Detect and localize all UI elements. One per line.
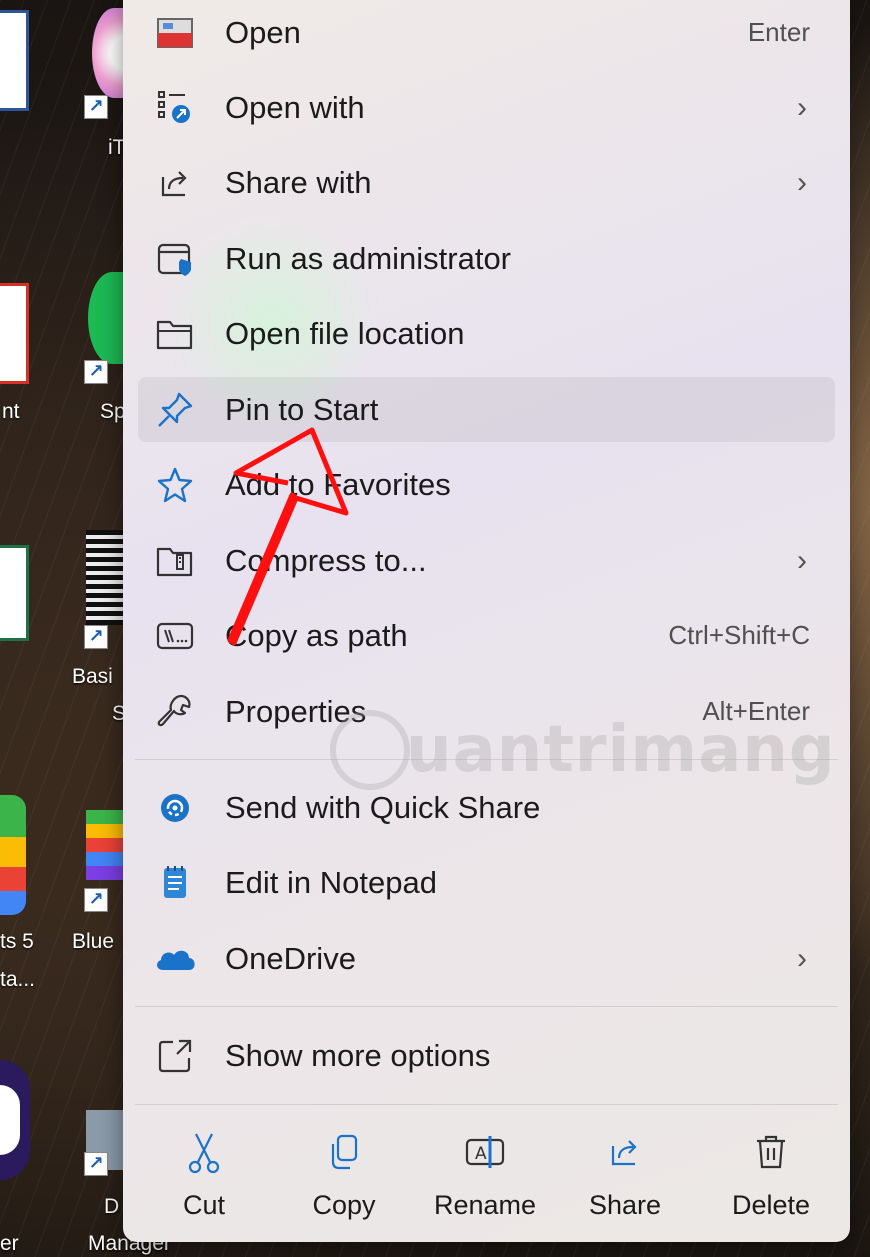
delete-button[interactable]: Delete [706, 1120, 836, 1230]
menu-item-label: Edit in Notepad [225, 864, 437, 900]
notepad-icon [153, 861, 197, 905]
share-label: Share [588, 1190, 662, 1220]
toolbox-icon [153, 11, 197, 55]
cloud-icon [153, 937, 197, 981]
menu-item-label: Show more options [225, 1037, 491, 1073]
desktop-label: Blue [72, 930, 115, 953]
menu-item-copy-as-path[interactable]: Copy as path Ctrl+Shift+C [138, 603, 835, 668]
cut-button[interactable]: Cut [139, 1120, 269, 1230]
cut-label: Cut [182, 1190, 226, 1220]
desktop-label: ta... [0, 968, 36, 991]
menu-item-label: Open file location [225, 315, 465, 351]
context-menu: Open Enter Open with › Share with › Run … [123, 0, 850, 1242]
menu-item-run-as-admin[interactable]: Run as administrator [138, 226, 835, 291]
delete-label: Delete [731, 1190, 811, 1220]
quick-actions-bar: Cut Copy A Rename Share Delete [123, 1120, 850, 1240]
shortcut-arrow-icon: ↗ [84, 95, 108, 119]
rename-button[interactable]: A Rename [420, 1120, 550, 1230]
menu-separator [135, 1104, 838, 1105]
menu-item-properties[interactable]: Properties Alt+Enter [138, 679, 835, 744]
desktop-label: ts 5 [0, 930, 34, 953]
menu-item-share-with[interactable]: Share with › [138, 150, 835, 215]
desktop-label: D [104, 1195, 120, 1218]
shortcut-text: Ctrl+Shift+C [668, 620, 810, 650]
menu-item-pin-to-start[interactable]: Pin to Start [138, 377, 835, 442]
menu-item-show-more-options[interactable]: Show more options [138, 1023, 835, 1088]
path-icon [153, 614, 197, 658]
bluestacks-icon[interactable] [86, 810, 126, 880]
rename-label: Rename [433, 1190, 537, 1220]
menu-item-quick-share[interactable]: Send with Quick Share [138, 775, 835, 840]
menu-item-edit-in-notepad[interactable]: Edit in Notepad [138, 850, 835, 915]
chevron-right-icon: › [797, 941, 807, 975]
pdf-doc-icon[interactable] [0, 283, 29, 384]
chevron-right-icon: › [797, 165, 807, 199]
basic-app-icon[interactable] [86, 530, 126, 625]
open-with-icon [153, 86, 197, 130]
menu-separator [135, 1006, 838, 1007]
shortcut-arrow-icon: ↗ [84, 360, 108, 384]
share-icon [153, 161, 197, 205]
svg-text:A: A [475, 1144, 487, 1164]
app-icon[interactable] [0, 795, 26, 915]
menu-item-onedrive[interactable]: OneDrive › [138, 926, 835, 991]
wrench-icon [153, 690, 197, 734]
desktop-label: Basi [72, 665, 113, 688]
shield-window-icon [153, 237, 197, 281]
menu-item-label: Run as administrator [225, 240, 512, 276]
menu-item-label: OneDrive [225, 940, 356, 976]
menu-item-label: Open with [225, 89, 365, 125]
menu-item-open-with[interactable]: Open with › [138, 75, 835, 140]
rename-icon: A [463, 1128, 507, 1176]
expand-icon [153, 1034, 197, 1078]
menu-item-add-to-favorites[interactable]: Add to Favorites [138, 452, 835, 517]
menu-item-label: Open [225, 14, 301, 50]
shortcut-arrow-icon: ↗ [84, 888, 108, 912]
menu-item-label: Compress to... [225, 542, 427, 578]
menu-item-open-file-location[interactable]: Open file location [138, 301, 835, 366]
menu-separator [135, 759, 838, 760]
star-icon [153, 463, 197, 507]
app-icon[interactable] [0, 1060, 30, 1180]
copy-icon [326, 1128, 362, 1176]
word-doc-icon[interactable] [0, 10, 29, 111]
menu-item-compress[interactable]: Compress to... › [138, 528, 835, 593]
chevron-right-icon: › [797, 90, 807, 124]
shortcut-text: Enter [747, 17, 810, 47]
copy-button[interactable]: Copy [279, 1120, 409, 1230]
menu-item-label: Properties [225, 693, 367, 729]
menu-item-label: Add to Favorites [225, 466, 451, 502]
menu-item-label: Send with Quick Share [225, 789, 541, 825]
menu-item-label: Share with [225, 164, 372, 200]
zip-folder-icon [153, 539, 197, 583]
share-button[interactable]: Share [560, 1120, 690, 1230]
shortcut-arrow-icon: ↗ [84, 625, 108, 649]
share-icon [605, 1128, 645, 1176]
folder-icon [153, 312, 197, 356]
menu-item-label: Copy as path [225, 617, 408, 653]
shortcut-arrow-icon: ↗ [84, 1152, 108, 1176]
scissors-icon [186, 1128, 222, 1176]
menu-item-label: Pin to Start [225, 391, 379, 427]
quick-share-icon [153, 786, 197, 830]
excel-doc-icon[interactable] [0, 545, 29, 641]
trash-icon [753, 1128, 789, 1176]
menu-item-open[interactable]: Open Enter [138, 0, 835, 65]
pin-icon [153, 388, 197, 432]
chevron-right-icon: › [797, 543, 807, 577]
copy-label: Copy [312, 1190, 376, 1220]
desktop-label: Sp [100, 400, 126, 423]
desktop-label: er [0, 1232, 19, 1255]
shortcut-text: Alt+Enter [702, 696, 810, 726]
desktop-label: nt [2, 400, 20, 423]
